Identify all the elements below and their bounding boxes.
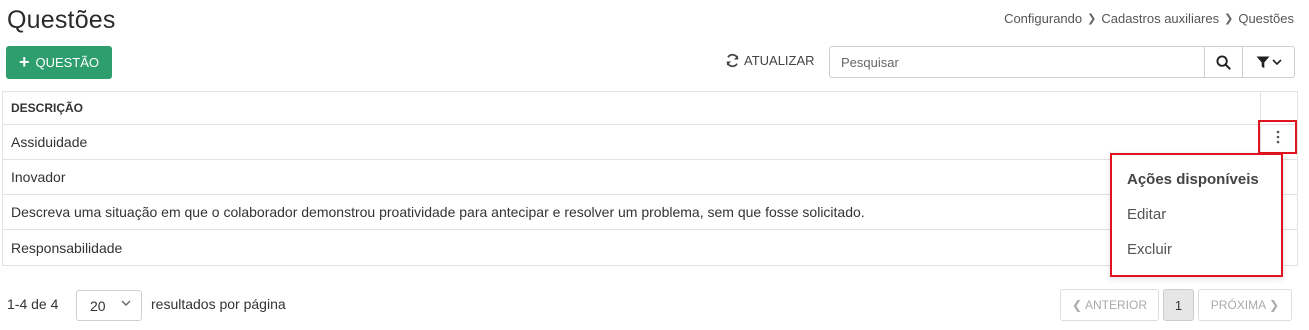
per-page-value: 20 xyxy=(90,297,106,314)
edit-action[interactable]: Editar xyxy=(1127,206,1166,223)
search-bar xyxy=(829,46,1295,78)
actions-dropdown-title: Ações disponíveis xyxy=(1127,171,1259,188)
pagination: ❮ ANTERIOR 1 PRÓXIMA ❯ xyxy=(1060,289,1292,321)
per-page-label: resultados por página xyxy=(151,296,286,312)
breadcrumb-item-questoes: Questões xyxy=(1238,11,1294,26)
search-button[interactable] xyxy=(1204,47,1242,77)
chevron-down-icon xyxy=(1271,58,1282,65)
row-description: Inovador xyxy=(11,169,66,185)
table-header: DESCRIÇÃO xyxy=(3,92,1297,125)
next-page-label: PRÓXIMA xyxy=(1210,298,1267,312)
search-icon xyxy=(1216,54,1231,70)
questions-table: DESCRIÇÃO Assiduidade Inovador Descreva … xyxy=(2,91,1298,266)
next-page-button[interactable]: PRÓXIMA ❯ xyxy=(1198,289,1292,321)
row-actions-button[interactable] xyxy=(1258,120,1297,154)
chevron-right-icon: ❯ xyxy=(1087,13,1097,25)
refresh-label: ATUALIZAR xyxy=(744,53,815,68)
previous-page-label: ANTERIOR xyxy=(1085,298,1148,312)
chevron-left-icon: ❮ xyxy=(1071,298,1083,312)
chevron-down-icon xyxy=(121,300,131,306)
table-row[interactable]: Descreva uma situação em que o colaborad… xyxy=(3,195,1297,230)
filter-button[interactable] xyxy=(1242,47,1294,77)
search-input[interactable] xyxy=(830,47,1204,77)
page-number-button[interactable]: 1 xyxy=(1163,289,1194,321)
add-question-button[interactable]: + QUESTÃO xyxy=(6,46,112,79)
breadcrumb: Configurando ❯ Cadastros auxiliares ❯ Qu… xyxy=(1004,11,1294,26)
row-description: Descreva uma situação em que o colaborad… xyxy=(11,204,865,220)
filter-icon xyxy=(1256,56,1269,68)
column-header-descricao[interactable]: DESCRIÇÃO xyxy=(11,101,83,115)
table-row[interactable]: Inovador xyxy=(3,160,1297,195)
add-question-label: QUESTÃO xyxy=(35,55,100,70)
per-page-select[interactable]: 20 xyxy=(76,290,142,321)
results-count: 1-4 de 4 xyxy=(7,296,59,312)
previous-page-button[interactable]: ❮ ANTERIOR xyxy=(1060,289,1159,321)
row-description: Responsabilidade xyxy=(11,239,123,256)
delete-action[interactable]: Excluir xyxy=(1127,241,1172,258)
page-title: Questões xyxy=(7,6,116,34)
breadcrumb-item-cadastros[interactable]: Cadastros auxiliares xyxy=(1101,11,1219,26)
actions-dropdown: Ações disponíveis Editar Excluir xyxy=(1110,153,1283,277)
table-row[interactable]: Responsabilidade xyxy=(3,230,1297,265)
breadcrumb-item-configurando[interactable]: Configurando xyxy=(1004,11,1082,26)
refresh-icon xyxy=(726,53,739,68)
row-description: Assiduidade xyxy=(11,134,88,150)
kebab-menu-icon xyxy=(1276,130,1279,144)
refresh-button[interactable]: ATUALIZAR xyxy=(725,53,815,68)
chevron-right-icon: ❯ xyxy=(1224,13,1234,25)
table-row[interactable]: Assiduidade xyxy=(3,125,1297,160)
plus-icon: + xyxy=(18,51,30,72)
chevron-right-icon: ❯ xyxy=(1269,298,1280,312)
